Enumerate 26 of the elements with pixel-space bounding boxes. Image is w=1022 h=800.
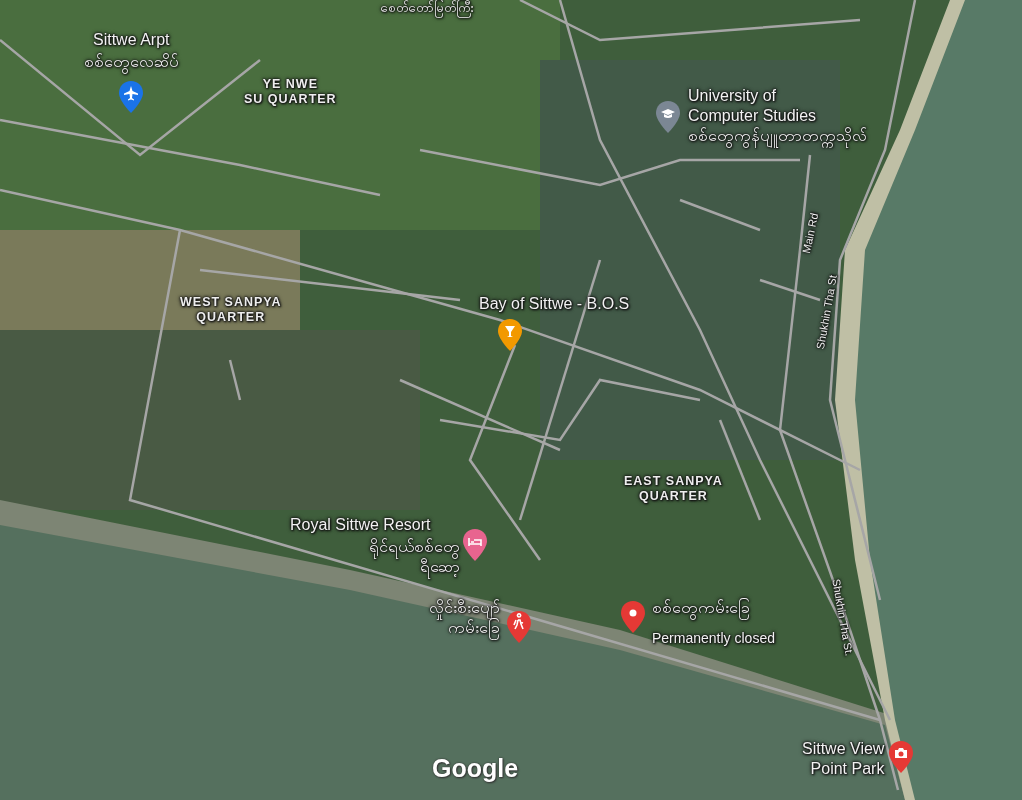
street-label: Main Rd <box>800 211 821 255</box>
place-name: Royal Sittwe Resort <box>290 515 431 535</box>
status-note: Permanently closed <box>652 629 775 648</box>
airplane-pin-icon[interactable] <box>118 80 144 114</box>
street-label: Shukhin Tha St. <box>830 578 856 657</box>
camera-pin-icon[interactable] <box>888 740 914 774</box>
place-label: စေတ်တော်မြတ်ကြီး <box>380 0 474 16</box>
area-label: YE NWE SU QUARTER <box>244 77 337 107</box>
street-label: Shukhin Tha St <box>814 274 839 351</box>
area-label: EAST SANPYA QUARTER <box>624 474 723 504</box>
place-local-name: လှိုင်းစီးပျော် ကမ်းခြေ <box>429 598 500 638</box>
hiker-pin-icon[interactable] <box>506 610 532 644</box>
place-name: Sittwe View Point Park <box>802 739 885 779</box>
place-name: University of Computer Studies <box>688 86 817 126</box>
place-local-name: စစ်တွေလေဆိပ် <box>83 52 179 72</box>
google-logo: Google <box>432 754 519 783</box>
graduation-cap-pin-icon[interactable] <box>655 100 681 134</box>
place-local-name: ရိုင်ရယ်စစ်တွေ ရီဆော့ <box>369 537 460 577</box>
place-name: Bay of Sittwe - B.O.S <box>479 294 630 314</box>
location-pin-icon[interactable] <box>620 600 646 634</box>
area-label: WEST SANPYA QUARTER <box>180 295 282 325</box>
place-name: Sittwe Arpt <box>93 30 170 50</box>
place-local-name: စစ်တွေကွန်ပျူတာတက္ကသိုလ် <box>688 126 867 146</box>
place-local-name: စစ်တွေကမ်းခြေ <box>652 598 750 618</box>
cocktail-glass-pin-icon[interactable] <box>497 318 523 352</box>
bed-pin-icon[interactable] <box>462 528 488 562</box>
